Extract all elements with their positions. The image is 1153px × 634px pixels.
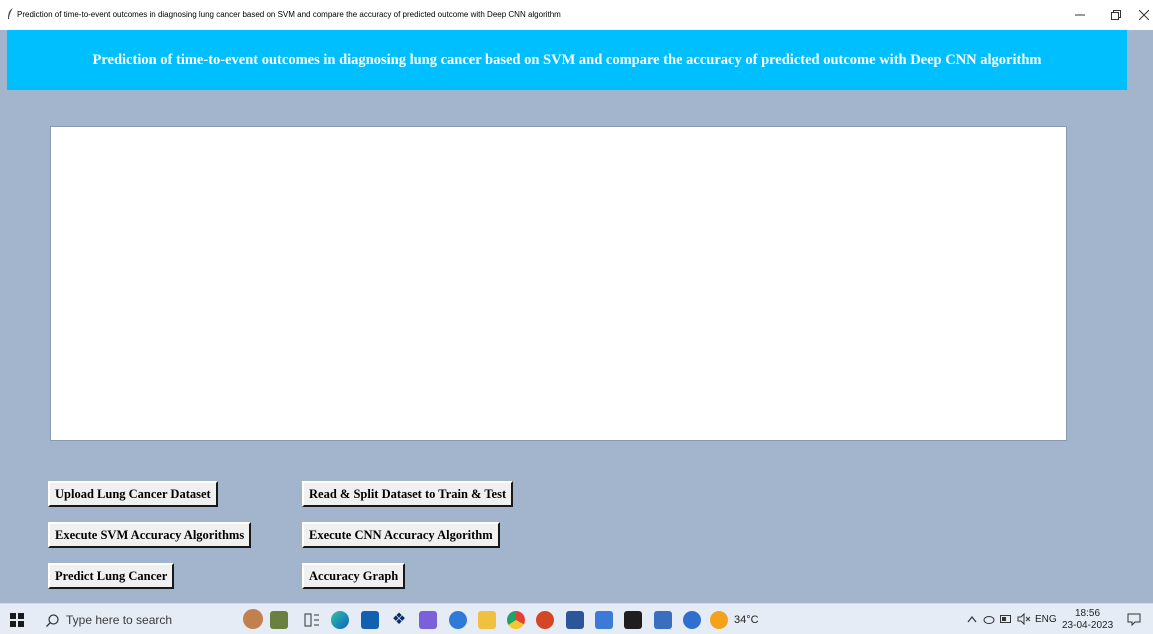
- task-view-icon[interactable]: [303, 611, 321, 629]
- execute-svm-button[interactable]: Execute SVM Accuracy Algorithms: [48, 522, 252, 548]
- feather-icon: [8, 8, 13, 19]
- window-titlebar: Prediction of time-to-event outcomes in …: [0, 0, 1153, 30]
- page-title: Prediction of time-to-event outcomes in …: [92, 51, 1042, 68]
- muted-speaker-icon[interactable]: [1017, 613, 1031, 625]
- minimize-icon: [1075, 14, 1085, 16]
- search-icon: [46, 614, 59, 627]
- edge-icon[interactable]: [331, 611, 349, 629]
- word-icon[interactable]: [566, 611, 584, 629]
- window-title: Prediction of time-to-event outcomes in …: [17, 10, 561, 19]
- mail-icon[interactable]: [361, 611, 379, 629]
- weather-temp[interactable]: 34°C: [734, 614, 759, 626]
- file-explorer-icon[interactable]: [478, 611, 496, 629]
- restore-icon: [1111, 10, 1121, 20]
- app-icon[interactable]: [654, 611, 672, 629]
- output-textarea[interactable]: [50, 126, 1067, 441]
- upload-dataset-button[interactable]: Upload Lung Cancer Dataset: [48, 481, 218, 507]
- clock-date[interactable]: 23-04-2023: [1062, 620, 1113, 631]
- help-icon[interactable]: [683, 611, 701, 629]
- city-icon[interactable]: [270, 611, 288, 629]
- search-placeholder: Type here to search: [66, 613, 173, 627]
- terminal-icon[interactable]: [624, 611, 642, 629]
- windows-start-icon[interactable]: [10, 613, 24, 627]
- weather-icon[interactable]: [710, 611, 728, 629]
- avatar-icon[interactable]: [243, 609, 263, 629]
- taskbar: Type here to search ❖ 34°C ENG 18:56 23-…: [0, 603, 1153, 634]
- read-split-button[interactable]: Read & Split Dataset to Train & Test: [302, 481, 514, 507]
- clock-time[interactable]: 18:56: [1075, 608, 1100, 619]
- app-icon[interactable]: [595, 611, 613, 629]
- battery-icon[interactable]: [1000, 614, 1012, 624]
- dropbox-icon[interactable]: ❖: [390, 611, 408, 629]
- maximize-button[interactable]: [1102, 2, 1130, 28]
- minimize-button[interactable]: [1066, 2, 1094, 28]
- close-button[interactable]: [1130, 2, 1153, 28]
- execute-cnn-button[interactable]: Execute CNN Accuracy Algorithm: [302, 522, 500, 548]
- header-banner: Prediction of time-to-event outcomes in …: [7, 30, 1127, 90]
- notification-icon[interactable]: [1127, 613, 1141, 626]
- chrome-icon[interactable]: [507, 611, 525, 629]
- app-icon[interactable]: [449, 611, 467, 629]
- cloud-icon[interactable]: [983, 614, 995, 624]
- close-icon: [1139, 10, 1149, 20]
- language-indicator[interactable]: ENG: [1035, 614, 1057, 625]
- app-s-icon[interactable]: [419, 611, 437, 629]
- predict-lung-cancer-button[interactable]: Predict Lung Cancer: [48, 563, 175, 589]
- chevron-up-icon[interactable]: [967, 615, 977, 623]
- taskbar-search[interactable]: Type here to search: [40, 607, 220, 633]
- powerpoint-icon[interactable]: [536, 611, 554, 629]
- accuracy-graph-button[interactable]: Accuracy Graph: [302, 563, 406, 589]
